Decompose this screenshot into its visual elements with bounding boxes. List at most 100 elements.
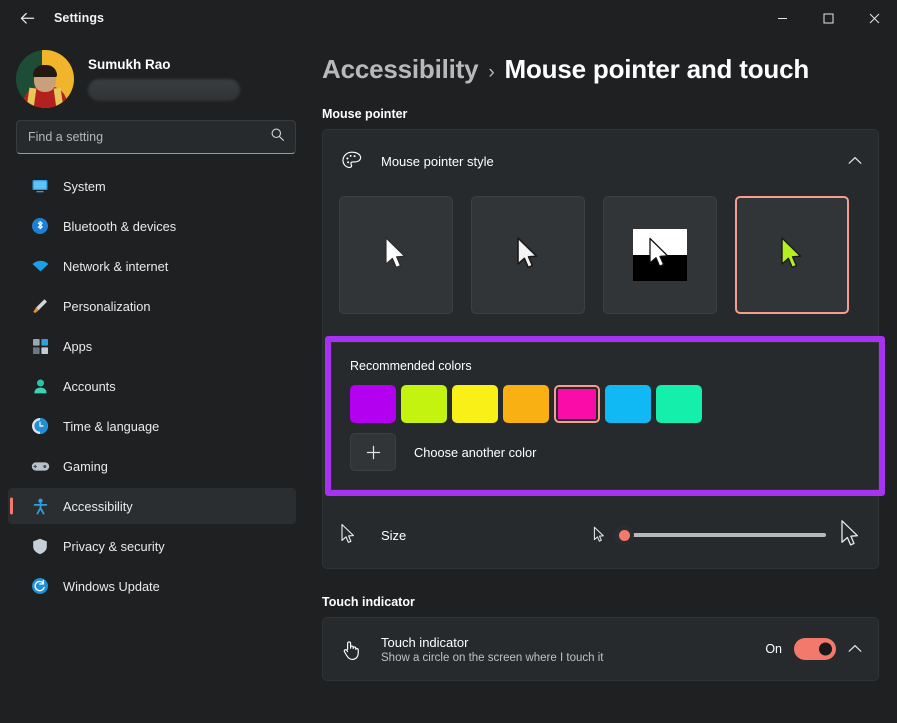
recommended-colors-card: Recommended colors [331, 342, 879, 490]
sidebar-item-label: Bluetooth & devices [63, 219, 176, 234]
custom-color-pointer-icon [777, 236, 807, 274]
settings-window: Settings [0, 0, 897, 723]
pointer-size-label: Size [381, 528, 406, 543]
search-container [0, 108, 310, 154]
touch-indicator-row[interactable]: Touch indicator Show a circle on the scr… [323, 618, 878, 680]
profile-email-redacted [88, 79, 240, 101]
sidebar-item-apps[interactable]: Apps [8, 328, 296, 364]
search-input[interactable] [17, 130, 295, 144]
sidebar-item-label: Network & internet [63, 259, 168, 274]
chevron-up-icon[interactable] [848, 152, 862, 170]
app-title: Settings [54, 11, 104, 25]
page-title: Mouse pointer and touch [505, 54, 810, 85]
palette-icon [339, 150, 365, 172]
minimize-button[interactable] [759, 0, 805, 36]
sidebar-item-gaming[interactable]: Gaming [8, 448, 296, 484]
breadcrumb-parent[interactable]: Accessibility [322, 54, 478, 85]
sidebar-nav: System Bluetooth & devices Network [0, 168, 310, 604]
profile-name: Sumukh Rao [88, 57, 240, 72]
plus-icon[interactable] [350, 433, 396, 471]
breadcrumb: Accessibility › Mouse pointer and touch [310, 36, 897, 85]
slider-thumb[interactable] [614, 525, 634, 545]
sidebar-item-label: Accessibility [63, 499, 133, 514]
large-cursor-icon [838, 519, 862, 551]
person-icon [30, 377, 50, 395]
sidebar-item-label: Windows Update [63, 579, 160, 594]
close-icon [869, 13, 880, 24]
color-swatch-cyan[interactable] [605, 385, 651, 423]
sidebar-item-time-language[interactable]: Time & language [8, 408, 296, 444]
touch-indicator-card: Touch indicator Show a circle on the scr… [322, 617, 879, 681]
pointer-size-slider-area [592, 519, 862, 551]
update-refresh-icon [30, 577, 50, 595]
chevron-up-icon[interactable] [848, 640, 862, 658]
wifi-icon [30, 257, 50, 275]
color-swatch-chartreuse[interactable] [401, 385, 447, 423]
pointer-size-row: Size [323, 502, 878, 568]
sidebar-item-accessibility[interactable]: Accessibility [8, 488, 296, 524]
touch-indicator-description: Show a circle on the screen where I touc… [381, 652, 765, 664]
sidebar-item-label: Accounts [63, 379, 116, 394]
recommended-colors-region: Recommended colors [323, 336, 878, 502]
choose-another-color-row[interactable]: Choose another color [350, 433, 860, 471]
sidebar-item-system[interactable]: System [8, 168, 296, 204]
color-swatch-violet[interactable] [350, 385, 396, 423]
clock-icon [30, 417, 50, 435]
purple-highlight-annotation: Recommended colors [325, 336, 885, 496]
apps-grid-icon [30, 337, 50, 355]
user-profile[interactable]: Sumukh Rao [0, 36, 310, 108]
mouse-pointer-style-card: Mouse pointer style [322, 129, 879, 569]
touch-indicator-toggle[interactable] [794, 638, 836, 660]
sidebar-item-label: Privacy & security [63, 539, 165, 554]
avatar [16, 50, 74, 108]
back-button[interactable] [6, 2, 48, 34]
back-arrow-icon [19, 10, 36, 27]
touch-hand-icon [339, 638, 365, 661]
sidebar-item-personalization[interactable]: Personalization [8, 288, 296, 324]
search-box[interactable] [16, 120, 296, 154]
color-swatch-magenta[interactable] [554, 385, 600, 423]
touch-indicator-toggle-group: On [765, 638, 836, 660]
slider-small-cursor-icon [592, 526, 606, 545]
gamepad-icon [30, 457, 50, 475]
sidebar: Sumukh Rao [0, 36, 310, 723]
close-button[interactable] [851, 0, 897, 36]
content-pane: Accessibility › Mouse pointer and touch … [310, 36, 897, 723]
mouse-pointer-style-label: Mouse pointer style [381, 154, 836, 169]
breadcrumb-separator-icon: › [488, 62, 494, 84]
pointer-size-slider[interactable] [614, 525, 826, 545]
window-controls [759, 0, 897, 36]
sidebar-item-label: Personalization [63, 299, 151, 314]
search-icon [270, 127, 285, 147]
pointer-style-custom-color[interactable] [735, 196, 849, 314]
touch-indicator-label: Touch indicator [381, 635, 765, 650]
sidebar-item-network-internet[interactable]: Network & internet [8, 248, 296, 284]
maximize-button[interactable] [805, 0, 851, 36]
sidebar-item-privacy-security[interactable]: Privacy & security [8, 528, 296, 564]
shield-icon [30, 537, 50, 555]
color-swatch-spring-green[interactable] [656, 385, 702, 423]
pointer-style-inverted[interactable] [603, 196, 717, 314]
sidebar-item-windows-update[interactable]: Windows Update [8, 568, 296, 604]
inverted-pointer-icon [633, 229, 687, 281]
sidebar-item-accounts[interactable]: Accounts [8, 368, 296, 404]
section-title-touch-indicator: Touch indicator [322, 595, 897, 609]
accessibility-person-icon [30, 497, 50, 515]
black-pointer-icon [513, 236, 543, 274]
pointer-style-tiles [323, 192, 878, 336]
sidebar-item-label: Apps [63, 339, 92, 354]
white-pointer-icon [381, 236, 411, 274]
color-swatches [350, 385, 860, 423]
mouse-pointer-style-header[interactable]: Mouse pointer style [323, 130, 878, 192]
sidebar-item-label: System [63, 179, 106, 194]
color-swatch-yellow[interactable] [452, 385, 498, 423]
pointer-style-black[interactable] [471, 196, 585, 314]
sidebar-item-bluetooth-devices[interactable]: Bluetooth & devices [8, 208, 296, 244]
recommended-colors-label: Recommended colors [350, 359, 860, 373]
minimize-icon [777, 13, 788, 24]
color-swatch-amber[interactable] [503, 385, 549, 423]
pointer-style-white[interactable] [339, 196, 453, 314]
bluetooth-icon [30, 217, 50, 235]
maximize-icon [823, 13, 834, 24]
paintbrush-icon [30, 297, 50, 315]
